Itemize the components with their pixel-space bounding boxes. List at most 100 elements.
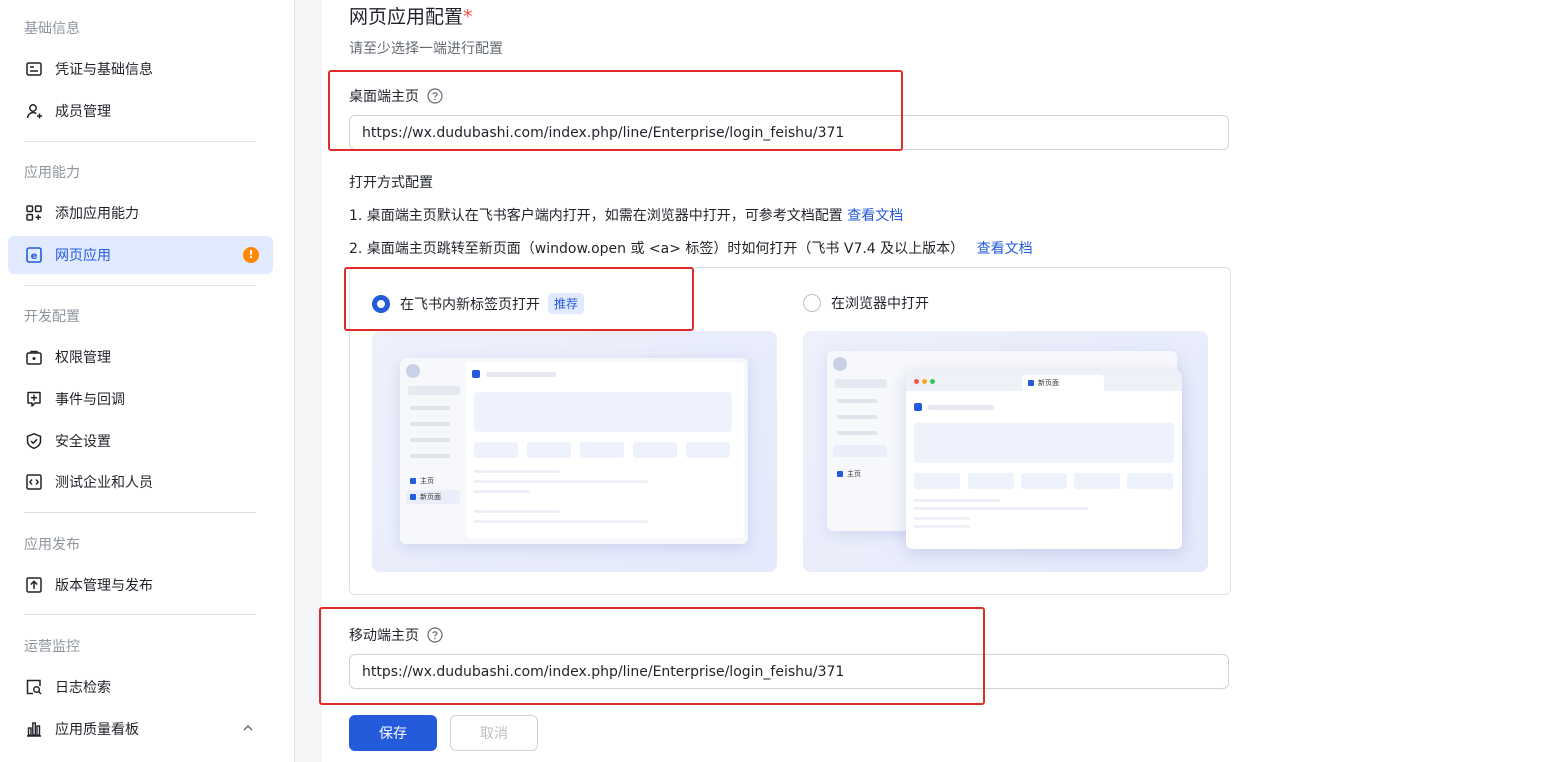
mini-banner — [914, 423, 1174, 463]
section-title-basic: 基础信息 — [24, 21, 80, 37]
mini-line — [474, 490, 530, 493]
preview-in-feishu: 主页 新页面 — [372, 331, 777, 572]
view-docs-link-2[interactable]: 查看文档 — [977, 241, 1033, 257]
avatar — [406, 364, 420, 378]
mini-nav — [410, 454, 450, 458]
view-docs-link-1[interactable]: 查看文档 — [847, 208, 903, 224]
page-title: 网页应用配置* — [349, 6, 473, 28]
svg-text:e: e — [31, 251, 38, 262]
sidebar-item-label: 权限管理 — [55, 350, 111, 366]
code-icon — [24, 472, 44, 492]
mini-card — [1021, 473, 1067, 489]
mini-line — [474, 520, 648, 523]
open-mode-label: 打开方式配置 — [349, 175, 433, 191]
save-button[interactable]: 保存 — [349, 715, 437, 751]
radio-unselected[interactable] — [803, 294, 821, 312]
section-title-dev: 开发配置 — [24, 309, 80, 325]
permission-icon — [24, 347, 44, 367]
sidebar-item-credentials[interactable]: 凭证与基础信息 — [8, 50, 273, 88]
divider — [24, 285, 256, 286]
sidebar-item-label: 应用质量看板 — [55, 722, 139, 738]
sidebar: 基础信息 凭证与基础信息 成员管理 应用能力 添加应用能力 e 网页应用 ! 开… — [0, 0, 295, 762]
mini-tab-new-page: 新页面 — [1022, 375, 1104, 391]
sidebar-item-label: 成员管理 — [55, 104, 111, 120]
divider — [24, 614, 256, 615]
mini-nav-new-page: 新页面 — [406, 490, 460, 504]
option-in-browser[interactable]: 在浏览器中打开 — [803, 293, 929, 313]
sidebar-item-security[interactable]: 安全设置 — [8, 422, 273, 460]
annotation-box-desktop — [328, 70, 903, 151]
mini-app-icon — [472, 370, 480, 378]
section-title-monitor: 运营监控 — [24, 639, 80, 655]
mini-banner — [474, 392, 732, 432]
sidebar-item-events[interactable]: 事件与回调 — [8, 380, 273, 418]
annotation-box-option — [344, 267, 694, 331]
shield-icon — [24, 431, 44, 451]
sidebar-item-quality[interactable]: 应用质量看板 — [8, 710, 273, 748]
mini-search — [835, 379, 887, 388]
page-subtitle: 请至少选择一端进行配置 — [349, 41, 503, 57]
preview-in-browser: 主页 新页面 — [803, 331, 1208, 572]
sidebar-item-label: 添加应用能力 — [55, 206, 139, 222]
mini-dot — [922, 379, 927, 384]
event-callback-icon — [24, 389, 44, 409]
sidebar-item-permissions[interactable]: 权限管理 — [8, 338, 273, 376]
mini-nav — [410, 406, 450, 410]
sidebar-item-label: 凭证与基础信息 — [55, 62, 153, 78]
mini-card — [686, 442, 730, 458]
section-title-release: 应用发布 — [24, 537, 80, 553]
mini-search — [408, 386, 460, 395]
mini-card — [914, 473, 960, 489]
preview-window: 主页 新页面 — [400, 358, 748, 544]
bar-chart-icon — [24, 719, 44, 739]
sidebar-item-add-capability[interactable]: 添加应用能力 — [8, 194, 273, 232]
chevron-up-icon[interactable] — [241, 721, 255, 735]
avatar — [833, 357, 847, 371]
required-mark: * — [463, 6, 473, 28]
warning-badge: ! — [243, 247, 259, 263]
mini-nav-home: 主页 — [410, 476, 434, 486]
mini-title — [486, 372, 556, 377]
annotation-box-mobile — [319, 607, 985, 705]
mini-card — [633, 442, 677, 458]
sidebar-item-label: 日志检索 — [55, 680, 111, 696]
sidebar-item-log-search[interactable]: 日志检索 — [8, 668, 273, 706]
content-gutter — [295, 0, 322, 762]
add-member-icon — [24, 101, 44, 121]
mini-line — [914, 499, 1000, 502]
sidebar-item-test[interactable]: 测试企业和人员 — [8, 463, 273, 501]
sidebar-item-label: 网页应用 — [55, 248, 111, 264]
open-mode-note-2: 2. 桌面端主页跳转至新页面（window.open 或 <a> 标签）时如何打… — [349, 241, 1033, 257]
sidebar-item-release[interactable]: 版本管理与发布 — [8, 566, 273, 604]
mini-nav — [837, 431, 877, 435]
sidebar-item-label: 测试企业和人员 — [55, 475, 153, 491]
sidebar-item-web-app[interactable]: e 网页应用 ! — [8, 236, 273, 274]
mini-card — [968, 473, 1014, 489]
main-content: 网页应用配置* 请至少选择一端进行配置 桌面端主页 https://wx.dud… — [319, 0, 1541, 762]
mini-nav — [837, 415, 877, 419]
mini-dot — [930, 379, 935, 384]
mini-card — [1074, 473, 1120, 489]
mini-nav — [410, 422, 450, 426]
mini-nav — [410, 438, 450, 442]
cancel-button[interactable]: 取消 — [450, 715, 538, 751]
divider — [24, 141, 256, 142]
divider — [24, 512, 256, 513]
section-title-capability: 应用能力 — [24, 165, 80, 181]
sidebar-item-label: 版本管理与发布 — [55, 578, 153, 594]
mini-line — [474, 480, 648, 483]
mini-title — [928, 405, 994, 410]
mini-line — [914, 507, 1088, 510]
mini-line — [474, 470, 560, 473]
mini-card — [1127, 473, 1173, 489]
open-mode-note-1: 1. 桌面端主页默认在飞书客户端内打开，如需在浏览器中打开，可参考文档配置 查看… — [349, 208, 904, 224]
sidebar-item-members[interactable]: 成员管理 — [8, 92, 273, 130]
mini-dot — [914, 379, 919, 384]
web-app-icon: e — [24, 245, 44, 265]
mini-line — [914, 525, 970, 528]
upload-icon — [24, 575, 44, 595]
mini-card — [580, 442, 624, 458]
mini-content — [466, 362, 744, 538]
mini-card — [527, 442, 571, 458]
sidebar-item-label: 安全设置 — [55, 434, 111, 450]
